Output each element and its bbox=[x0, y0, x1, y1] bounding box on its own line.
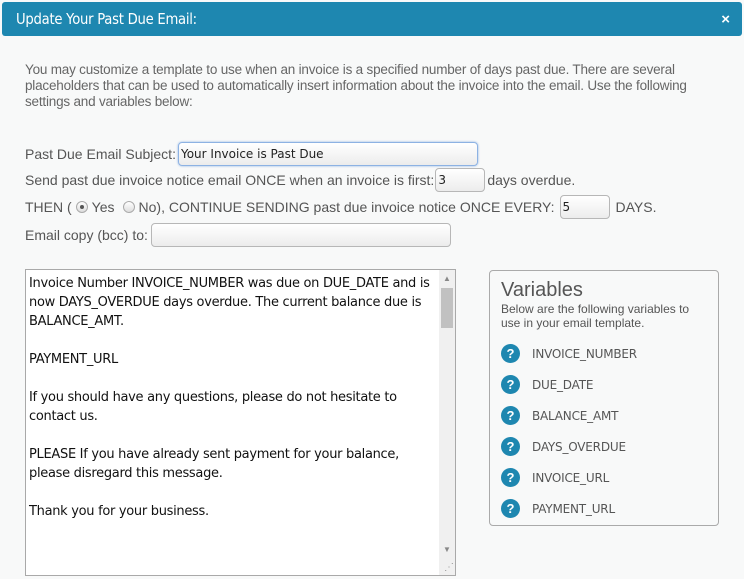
help-icon[interactable]: ? bbox=[501, 406, 520, 425]
variables-panel: Variables Below are the following variab… bbox=[489, 270, 719, 526]
scroll-thumb[interactable] bbox=[441, 288, 453, 328]
variable-item: ? INVOICE_URL bbox=[501, 462, 707, 493]
repeat-yes-radio[interactable] bbox=[75, 201, 88, 213]
variables-description: Below are the following variables to use… bbox=[501, 302, 690, 330]
variables-list: ? INVOICE_NUMBER ? DUE_DATE ? BALANCE_AM… bbox=[501, 338, 707, 524]
help-icon[interactable]: ? bbox=[501, 468, 520, 487]
variable-name: BALANCE_AMT bbox=[532, 408, 619, 423]
help-icon[interactable]: ? bbox=[501, 437, 520, 456]
close-icon[interactable]: × bbox=[721, 12, 730, 27]
every-days-suffix: DAYS. bbox=[615, 199, 657, 215]
dialog-titlebar: Update Your Past Due Email: × bbox=[2, 2, 742, 36]
variable-name: DUE_DATE bbox=[532, 377, 594, 392]
scroll-down-arrow-icon[interactable]: ▼ bbox=[439, 541, 455, 557]
subject-input[interactable]: Your Invoice is Past Due bbox=[177, 142, 478, 166]
bcc-row: Email copy (bcc) to: bbox=[25, 223, 451, 247]
scroll-up-arrow-icon[interactable]: ▲ bbox=[439, 270, 455, 286]
repeat-no-radio[interactable] bbox=[122, 201, 135, 213]
template-body-text[interactable]: Invoice Number INVOICE_NUMBER was due on… bbox=[29, 274, 439, 521]
subject-row: Past Due Email Subject: Your Invoice is … bbox=[25, 142, 478, 166]
help-icon[interactable]: ? bbox=[501, 375, 520, 394]
template-body-textarea[interactable]: Invoice Number INVOICE_NUMBER was due on… bbox=[25, 269, 456, 576]
then-label: THEN ( bbox=[25, 199, 72, 215]
variable-name: DAYS_OVERDUE bbox=[532, 439, 626, 454]
first-notice-row: Send past due invoice notice email ONCE … bbox=[25, 168, 575, 192]
variable-item: ? DAYS_OVERDUE bbox=[501, 431, 707, 462]
dialog-title: Update Your Past Due Email: bbox=[16, 10, 197, 28]
intro-text: You may customize a template to use when… bbox=[25, 62, 687, 109]
first-notice-label: Send past due invoice notice email ONCE … bbox=[25, 172, 435, 188]
variable-item: ? PAYMENT_URL bbox=[501, 493, 707, 524]
repeat-yes-label: Yes bbox=[91, 199, 115, 215]
every-days-input[interactable]: 5 bbox=[559, 195, 610, 219]
repeat-row: THEN ( Yes No), CONTINUE SENDING past du… bbox=[25, 195, 657, 219]
variable-item: ? INVOICE_NUMBER bbox=[501, 338, 707, 369]
variables-title: Variables bbox=[501, 279, 583, 301]
variable-item: ? BALANCE_AMT bbox=[501, 400, 707, 431]
textarea-scrollbar[interactable]: ▲ ▼ bbox=[439, 270, 455, 575]
resize-grip-icon[interactable]: ⋰ bbox=[442, 562, 454, 574]
subject-label: Past Due Email Subject: bbox=[25, 146, 176, 162]
bcc-label: Email copy (bcc) to: bbox=[25, 227, 148, 243]
variable-name: PAYMENT_URL bbox=[532, 501, 615, 516]
first-notice-days-input[interactable]: 3 bbox=[435, 168, 486, 192]
variable-name: INVOICE_NUMBER bbox=[532, 346, 637, 361]
first-notice-suffix: days overdue. bbox=[487, 172, 576, 188]
bcc-input[interactable] bbox=[150, 223, 451, 247]
help-icon[interactable]: ? bbox=[501, 344, 520, 363]
variable-name: INVOICE_URL bbox=[532, 470, 610, 485]
variable-item: ? DUE_DATE bbox=[501, 369, 707, 400]
help-icon[interactable]: ? bbox=[501, 499, 520, 518]
repeat-no-label: No), CONTINUE SENDING past due invoice n… bbox=[138, 199, 555, 215]
